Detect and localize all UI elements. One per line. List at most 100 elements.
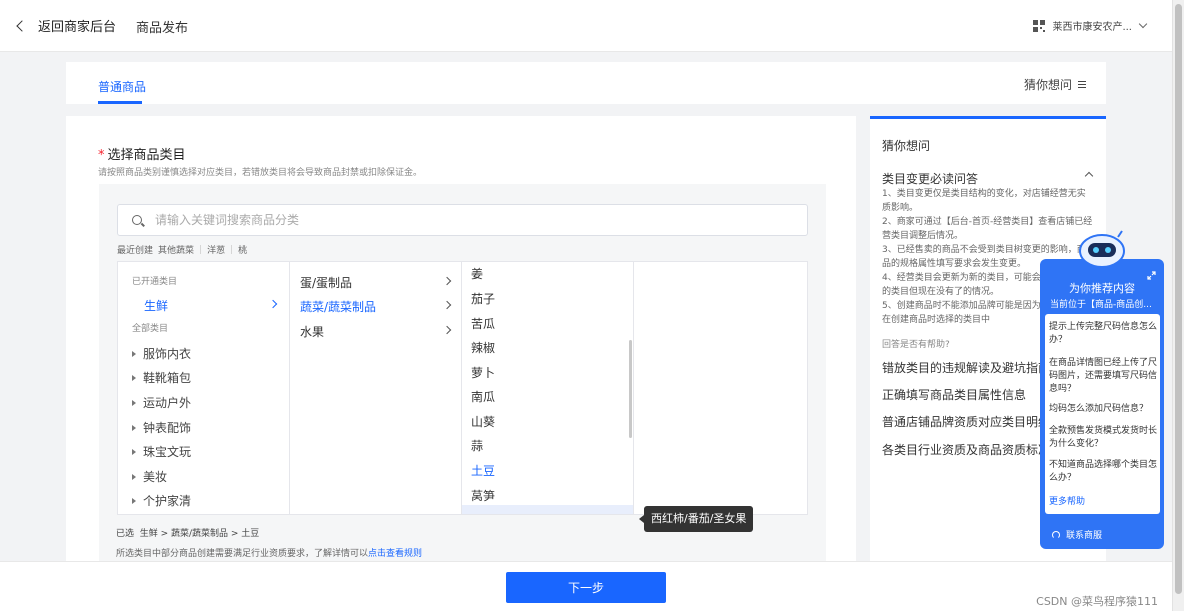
recent-label: 最近创建 [117,246,154,256]
recent-categories: 最近创建 其他蔬菜 | 洋葱 | 桃 [117,243,248,257]
contact-service-button[interactable]: 联系商服 [1052,528,1102,541]
guess-toggle[interactable]: 猜你想问 [1024,76,1086,93]
suggested-question[interactable]: 均码怎么添加尺码信息？ [1049,403,1159,416]
assistant-subtitle: 当前位于【商品-商品创... [1050,300,1152,310]
tab-active-indicator [98,101,142,104]
group-label-opened: 已开通类目 [132,277,178,287]
category-column-2: 蛋/蛋制品 蔬菜/蔬菜制品 水果 [290,262,462,514]
page-title: 商品发布 [136,21,189,36]
hovered-leaf-item[interactable] [462,505,633,514]
suggested-question[interactable]: 提示上传完整尺码信息怎么办？ [1049,321,1159,347]
category-search-input[interactable] [155,213,755,227]
category-item[interactable]: 珠宝文玩 [132,443,191,460]
leaf-category-item[interactable]: 苦瓜 [471,315,495,332]
rules-notice: 所选类目中部分商品创建需要满足行业资质要求，了解详情可以点击查看规则 [116,549,423,559]
sidebar-title: 猜你想问 [882,139,931,153]
headset-icon [1052,530,1060,539]
assistant-questions: 提示上传完整尺码信息怎么办？ 在商品详情图已经上传了尺码图片，还需要填写尺码信息… [1045,314,1160,514]
leaf-category-item[interactable]: 蒜 [471,437,483,454]
category-item[interactable]: 个护家清 [132,492,191,509]
assistant-widget[interactable]: 为你推荐内容 当前位于【商品-商品创... 提示上传完整尺码信息怎么办？ 在商品… [1040,229,1164,549]
subcategory-item-selected[interactable]: 蔬菜/蔬菜制品 [300,298,376,315]
shop-switcher[interactable]: 莱西市康安农产... [1033,18,1148,33]
category-item-selected[interactable]: 生鲜 [144,297,168,314]
top-header: 返回商家后台 商品发布 莱西市康安农产... [0,0,1172,52]
back-label: 返回商家后台 [38,20,117,35]
suggested-question[interactable]: 全款预售发货模式发货时长为什么变化？ [1049,425,1159,451]
shop-name: 莱西市康安农产... [1052,22,1132,33]
watermark: CSDN @菜鸟程序猿111 [1036,595,1158,608]
robot-icon [1079,230,1125,268]
caret-right-icon [132,424,136,431]
faq-link[interactable]: 普通店铺品牌资质对应类目明细表 [882,413,1062,430]
leaf-category-item-selected[interactable]: 土豆 [471,462,495,479]
search-icon [132,215,142,225]
caret-right-icon [132,448,136,455]
shop-icon [1033,19,1046,32]
category-tooltip: 西红柿/番茄/圣女果 [638,506,754,532]
faq-link[interactable]: 各类目行业资质及商品资质标准 [882,441,1050,458]
tab-bar: 普通商品 猜你想问 [66,62,1106,104]
caret-right-icon [132,374,136,381]
scrollbar-thumb[interactable] [1175,4,1182,594]
menu-icon [1078,81,1086,88]
leaf-category-item[interactable]: 茄子 [471,290,495,307]
category-item[interactable]: 美妆 [132,468,167,485]
category-cascader: 已开通类目 生鲜 全部类目 服饰内衣 鞋靴箱包 运动户外 钟表配饰 珠宝文玩 美… [117,261,808,515]
category-column-3: 姜 茄子 苦瓜 辣椒 萝卜 南瓜 山葵 蒜 土豆 莴笋 [462,262,634,514]
faq-link[interactable]: 错放类目的违规解读及避坑指南 [882,359,1050,376]
recent-item[interactable]: 其他蔬菜 [158,243,194,256]
back-button[interactable]: 返回商家后台 [16,16,117,35]
subcategory-item[interactable]: 水果 [300,323,324,340]
chevron-up-icon [1084,171,1094,181]
column-scrollbar[interactable] [629,340,632,438]
recent-item[interactable]: 桃 [238,243,247,256]
caret-right-icon [132,399,136,406]
section-description: 请按照商品类别谨慎选择对应类目，若错放类目将会导致商品封禁或扣除保证金。 [98,168,423,178]
assistant-title: 为你推荐内容 [1069,282,1135,295]
group-label-all: 全部类目 [132,324,169,334]
footer-bar: 下一步 CSDN @菜鸟程序猿111 [0,561,1172,611]
category-item[interactable]: 钟表配饰 [132,419,191,436]
subcategory-item[interactable]: 蛋/蛋制品 [300,274,352,291]
view-rules-link[interactable]: 点击查看规则 [368,549,422,559]
chevron-right-icon [268,299,278,309]
leaf-category-item[interactable]: 山葵 [471,413,495,430]
page-scrollbar[interactable] [1172,0,1184,611]
leaf-category-item[interactable]: 辣椒 [471,339,495,356]
caret-right-icon [132,473,136,480]
section-title-text: 选择商品类目 [107,148,186,163]
caret-right-icon [132,497,136,504]
next-button[interactable]: 下一步 [506,572,666,603]
recent-item[interactable]: 洋葱 [207,243,225,256]
faq-link[interactable]: 正确填写商品类目属性信息 [882,386,1026,403]
chevron-right-icon [442,276,452,286]
category-column-1: 已开通类目 生鲜 全部类目 服饰内衣 鞋靴箱包 运动户外 钟表配饰 珠宝文玩 美… [118,262,290,514]
category-item[interactable]: 运动户外 [132,394,191,411]
category-item[interactable]: 服饰内衣 [132,345,191,362]
tab-normal-goods[interactable]: 普通商品 [98,78,146,95]
caret-right-icon [132,350,136,357]
chevron-right-icon [442,300,452,310]
suggested-question[interactable]: 在商品详情图已经上传了尺码图片，还需要填写尺码信息吗？ [1049,357,1159,396]
category-item[interactable]: 鞋靴箱包 [132,369,191,386]
category-section: * 选择商品类目 请按照商品类别谨慎选择对应类目，若错放类目将会导致商品封禁或扣除… [66,116,856,566]
expand-icon[interactable] [1147,271,1156,280]
leaf-category-item[interactable]: 南瓜 [471,388,495,405]
selected-path: 已选 生鲜 > 蔬菜/蔬菜制品 > 土豆 [116,529,260,539]
helpful-prompt: 回答是否有帮助? [882,340,950,350]
leaf-category-item[interactable]: 莴笋 [471,487,495,504]
category-search[interactable] [117,204,808,236]
required-mark: * [98,148,105,163]
leaf-category-item[interactable]: 姜 [471,265,483,282]
guess-label: 猜你想问 [1023,78,1072,92]
suggested-question[interactable]: 不知道商品选择哪个类目怎么办？ [1049,459,1159,485]
category-column-4 [634,262,807,514]
section-title: * 选择商品类目 [98,144,186,163]
leaf-category-item[interactable]: 萝卜 [471,364,495,381]
faq-header[interactable]: 类目变更必读问答 [882,170,1094,187]
more-help-link[interactable]: 更多帮助 [1049,494,1085,507]
chevron-left-icon [16,20,28,32]
chevron-right-icon [442,325,452,335]
chevron-down-icon [1138,19,1148,29]
